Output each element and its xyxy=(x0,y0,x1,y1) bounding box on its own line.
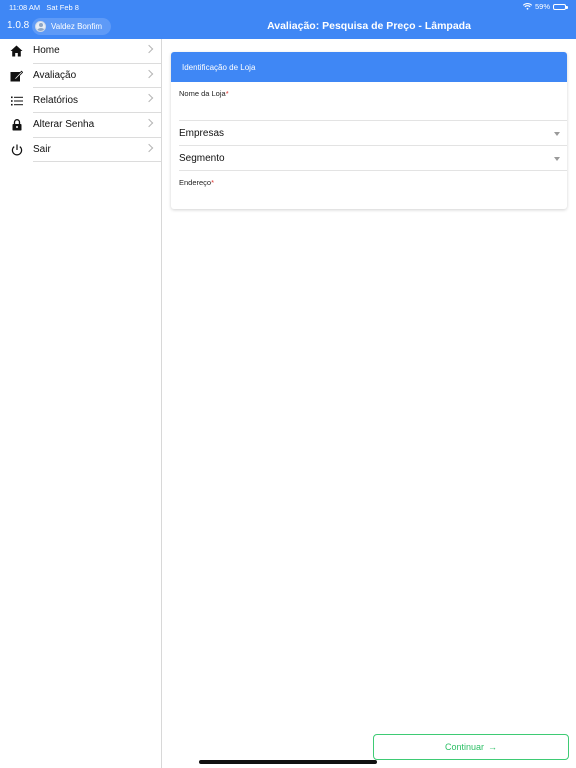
status-clock: 11:08 AM xyxy=(9,3,41,12)
lock-icon xyxy=(0,113,33,137)
companies-select[interactable]: Empresas xyxy=(179,121,567,146)
address-label: Endereço* xyxy=(179,171,567,187)
sidebar-item-relatorios[interactable]: Relatórios xyxy=(0,88,161,114)
sidebar-item-home[interactable]: Home xyxy=(0,39,161,64)
app-version: 1.0.8 xyxy=(7,20,30,31)
sidebar-item-avaliacao[interactable]: Avaliação xyxy=(0,64,161,89)
status-indicators: 59% xyxy=(522,2,568,11)
edit-icon xyxy=(0,64,33,88)
list-icon xyxy=(0,89,33,113)
continue-button[interactable]: Continuar → xyxy=(373,734,569,760)
user-profile-chip[interactable]: Valdez Bonfim xyxy=(32,18,111,35)
wifi-icon xyxy=(522,3,532,10)
dropdown-caret-icon xyxy=(554,132,560,136)
status-date: Sat Feb 8 xyxy=(46,3,79,12)
user-name: Valdez Bonfim xyxy=(51,22,102,31)
continue-button-label: Continuar xyxy=(444,742,485,752)
status-time: 11:08 AM Sat Feb 8 xyxy=(9,3,79,12)
required-mark: * xyxy=(225,89,229,98)
store-name-input[interactable] xyxy=(179,98,567,120)
store-name-field: Nome da Loja* xyxy=(179,82,567,121)
top-header-bar: 11:08 AM Sat Feb 8 59% 1.0.8 Valdez Bonf… xyxy=(0,0,576,39)
sidebar-menu: Home Avaliação Relatórios Alterar Senha … xyxy=(0,39,162,768)
sidebar-item-label: Sair xyxy=(33,138,161,163)
store-identification-card: Identificação de Loja Nome da Loja* Empr… xyxy=(171,52,567,209)
power-icon xyxy=(0,138,33,162)
address-input[interactable] xyxy=(179,187,567,209)
required-mark: * xyxy=(211,178,215,187)
store-name-label-text: Nome da Loja xyxy=(179,89,226,98)
store-name-label: Nome da Loja* xyxy=(179,82,567,98)
sidebar-item-label: Avaliação xyxy=(33,64,161,89)
arrow-right-icon: → xyxy=(488,742,498,752)
app-screen: 11:08 AM Sat Feb 8 59% 1.0.8 Valdez Bonf… xyxy=(0,0,576,768)
address-label-text: Endereço xyxy=(179,178,212,187)
sidebar-item-label: Relatórios xyxy=(33,88,161,114)
card-header: Identificação de Loja xyxy=(171,52,567,82)
dropdown-caret-icon xyxy=(554,157,560,161)
sidebar-item-alterar-senha[interactable]: Alterar Senha xyxy=(0,113,161,138)
avatar xyxy=(35,21,46,32)
home-indicator xyxy=(199,760,377,764)
sidebar-item-sair[interactable]: Sair xyxy=(0,138,161,163)
segment-select[interactable]: Segmento xyxy=(179,146,567,171)
segment-select-value: Segmento xyxy=(179,152,225,164)
sidebar-item-label: Alterar Senha xyxy=(33,113,161,138)
battery-percent: 59% xyxy=(534,2,550,11)
address-field: Endereço* xyxy=(179,171,567,209)
page-title: Avaliação: Pesquisa de Preço - Lâmpada xyxy=(267,20,471,32)
home-icon xyxy=(0,39,33,63)
battery-icon xyxy=(553,3,568,10)
companies-select-value: Empresas xyxy=(179,127,225,139)
sidebar-item-label: Home xyxy=(33,39,161,64)
